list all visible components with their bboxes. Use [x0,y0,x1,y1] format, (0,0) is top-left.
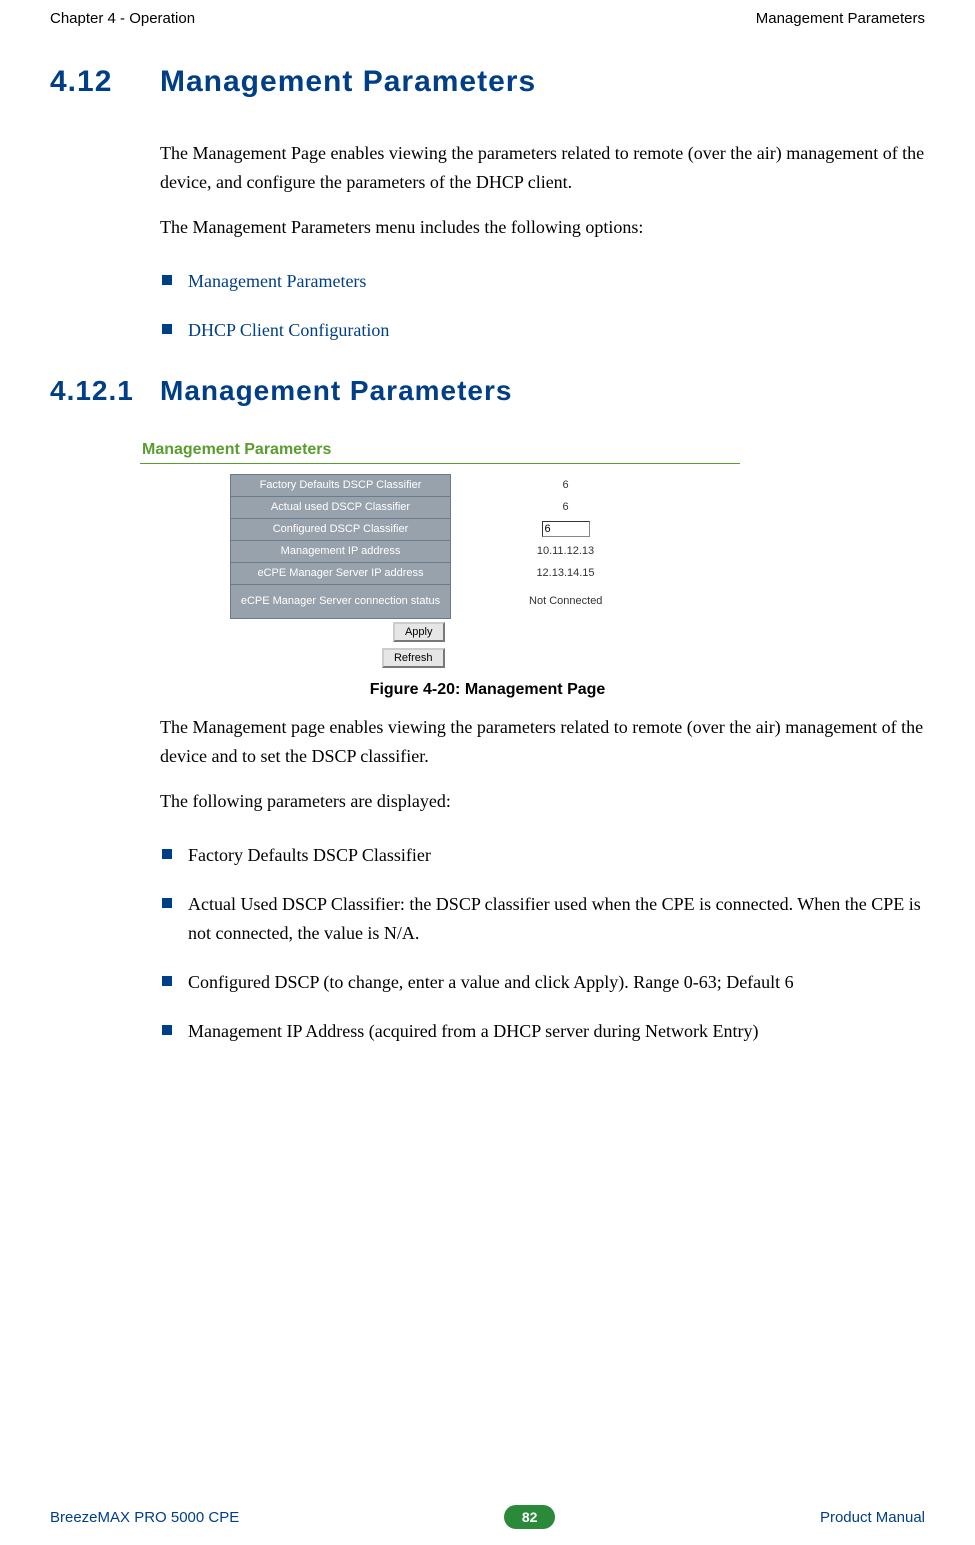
table-row: Management IP address 10.11.12.13 [231,540,681,562]
page-content: 4.12Management Parameters The Management… [50,35,925,1055]
footer-left: BreezeMAX PRO 5000 CPE [50,1509,239,1526]
intro-paragraph-2: The Management Parameters menu includes … [160,213,925,242]
list-item: Actual Used DSCP Classifier: the DSCP cl… [160,880,925,958]
param-label: Management IP address [231,540,451,562]
param-value: 12.13.14.15 [451,562,681,584]
apply-cell: Apply [231,618,451,645]
menu-options-list: Management Parameters DHCP Client Config… [160,257,925,355]
parameters-list: Factory Defaults DSCP Classifier Actual … [160,831,925,1055]
parameters-table: Factory Defaults DSCP Classifier 6 Actua… [230,474,681,671]
header-right: Management Parameters [756,10,925,27]
figure-wrap: Management Parameters Factory Defaults D… [140,437,925,671]
list-item: Factory Defaults DSCP Classifier [160,831,925,880]
panel-title: Management Parameters [140,437,740,464]
post-paragraph-2: The following parameters are displayed: [160,787,925,816]
param-value: Not Connected [451,584,681,618]
section-heading: 4.12Management Parameters [50,65,925,99]
menu-link[interactable]: Management Parameters [188,271,366,291]
param-label: eCPE Manager Server IP address [231,562,451,584]
post-paragraph-1: The Management page enables viewing the … [160,713,925,771]
apply-button[interactable]: Apply [393,622,445,642]
empty-cell [451,618,681,645]
management-parameters-panel: Management Parameters Factory Defaults D… [140,437,740,671]
configured-dscp-input[interactable] [542,521,590,537]
header-left: Chapter 4 - Operation [50,10,195,27]
subsection-heading: 4.12.1Management Parameters [50,375,925,407]
param-item: Configured DSCP (to change, enter a valu… [188,972,794,992]
param-item: Management IP Address (acquired from a D… [188,1021,759,1041]
table-row: Configured DSCP Classifier [231,518,681,540]
intro-paragraph-1: The Management Page enables viewing the … [160,139,925,197]
list-item: Management IP Address (acquired from a D… [160,1007,925,1056]
section-title: Management Parameters [160,65,536,98]
subsection-title: Management Parameters [160,375,512,406]
param-value: 6 [451,496,681,518]
list-item: Configured DSCP (to change, enter a valu… [160,958,925,1007]
page-footer: BreezeMAX PRO 5000 CPE 82 Product Manual [50,1505,925,1529]
section-number: 4.12 [50,65,160,99]
button-row: Refresh [231,645,681,671]
table-row: eCPE Manager Server IP address 12.13.14.… [231,562,681,584]
table-row: Actual used DSCP Classifier 6 [231,496,681,518]
param-value: 10.11.12.13 [451,540,681,562]
param-label: Actual used DSCP Classifier [231,496,451,518]
refresh-cell: Refresh [231,645,451,671]
param-item: Factory Defaults DSCP Classifier [188,845,431,865]
empty-cell [451,645,681,671]
list-item: DHCP Client Configuration [160,306,925,355]
param-label: Configured DSCP Classifier [231,518,451,540]
param-value: 6 [451,474,681,496]
figure-caption: Figure 4-20: Management Page [50,681,925,699]
refresh-button[interactable]: Refresh [382,648,445,668]
param-item: Actual Used DSCP Classifier: the DSCP cl… [188,894,921,943]
list-item: Management Parameters [160,257,925,306]
page-number-badge: 82 [504,1505,556,1529]
table-row: Factory Defaults DSCP Classifier 6 [231,474,681,496]
param-label: Factory Defaults DSCP Classifier [231,474,451,496]
table-row: eCPE Manager Server connection status No… [231,584,681,618]
button-row: Apply [231,618,681,645]
subsection-number: 4.12.1 [50,375,160,407]
footer-right: Product Manual [820,1509,925,1526]
param-value-input-cell [451,518,681,540]
param-label: eCPE Manager Server connection status [231,584,451,618]
page-header: Chapter 4 - Operation Management Paramet… [50,0,925,35]
menu-link[interactable]: DHCP Client Configuration [188,320,389,340]
